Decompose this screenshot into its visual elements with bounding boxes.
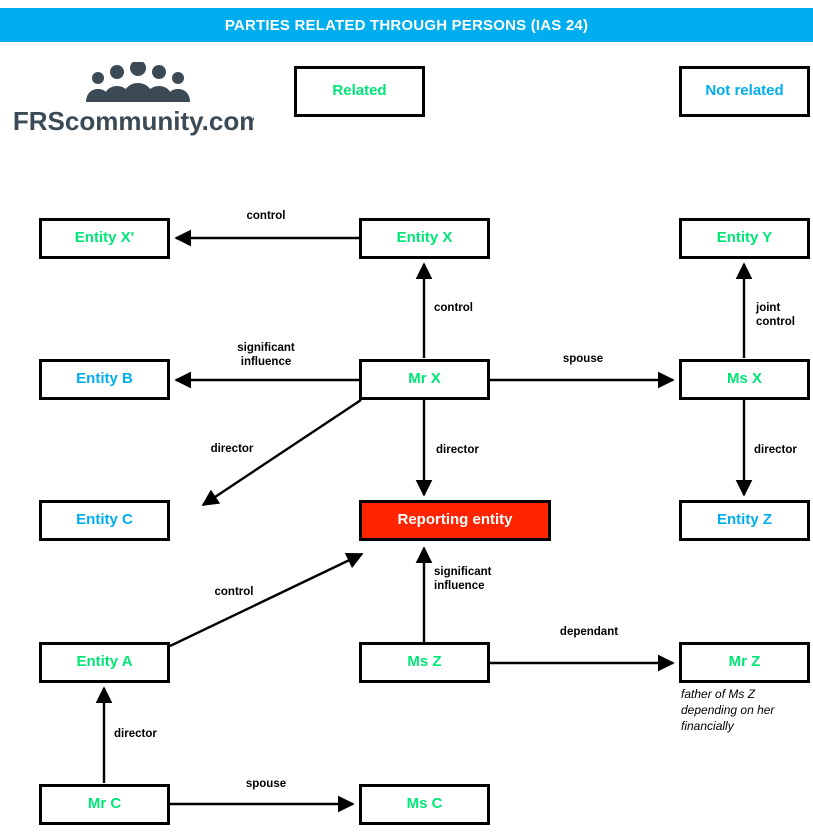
edge-label-mr-x-to-entity-x: control (434, 302, 473, 314)
node-mr-x: Mr X (359, 359, 490, 400)
node-entity-z: Entity Z (679, 500, 810, 541)
edge-label-mr-x-to-reporting-entity: director (436, 444, 479, 456)
group-of-people-icon: IFRScommunity.com (14, 62, 254, 136)
logo-wordmark: IFRScommunity.com (14, 106, 254, 136)
legend-related-label: Related (332, 82, 387, 100)
node-label: Ms C (406, 795, 443, 813)
edge-label-ms-x-to-entity-y: joint control (756, 302, 795, 329)
node-label: Ms X (726, 370, 762, 388)
edge-label-ms-z-to-mr-z: dependant (559, 626, 619, 638)
node-label: Mr X (408, 370, 441, 388)
node-reporting-entity: Reporting entity (359, 500, 551, 541)
edge-label-ms-x-to-entity-z: director (754, 444, 797, 456)
node-entity-x-prime: Entity X' (39, 218, 170, 259)
node-entity-c: Entity C (39, 500, 170, 541)
node-label: Entity X (396, 229, 453, 247)
node-label: Mr Z (728, 653, 761, 671)
node-label: Mr C (87, 795, 122, 813)
node-label: Entity Y (716, 229, 773, 247)
node-ms-z: Ms Z (359, 642, 490, 683)
node-label: Entity Z (717, 511, 772, 529)
node-entity-x: Entity X (359, 218, 490, 259)
edge-label-entity-x-to-entity-x-prime: control (246, 210, 286, 222)
node-label: Reporting entity (397, 511, 513, 529)
node-label: Entity C (76, 511, 133, 529)
edge-entity-a-to-reporting-entity (169, 552, 364, 648)
legend-not-related: Not related (679, 66, 810, 117)
node-ms-c: Ms C (359, 784, 490, 825)
edge-label-ms-z-to-reporting-entity: significant influence (434, 566, 492, 593)
legend-related: Related (294, 66, 425, 117)
legend-not-related-label: Not related (705, 82, 784, 100)
node-ms-x: Ms X (679, 359, 810, 400)
edge-label-mr-c-to-ms-c: spouse (245, 778, 287, 790)
page-title: PARTIES RELATED THROUGH PERSONS (IAS 24) (0, 8, 813, 42)
node-mr-c: Mr C (39, 784, 170, 825)
node-label: Entity B (76, 370, 133, 388)
node-entity-y: Entity Y (679, 218, 810, 259)
node-entity-b: Entity B (39, 359, 170, 400)
ifrscommunity-logo: IFRScommunity.com (14, 62, 254, 140)
node-label: Entity A (76, 653, 133, 671)
mr-z-note: father of Ms Z depending on her financia… (681, 687, 775, 734)
diagram-canvas: PARTIES RELATED THROUGH PERSONS (IAS 24)… (0, 0, 813, 834)
node-label: Entity X' (74, 229, 135, 247)
edge-label-mr-x-to-entity-b: significant influence (237, 342, 295, 369)
node-label: Ms Z (407, 653, 442, 671)
node-mr-z: Mr Z (679, 642, 810, 683)
node-entity-a: Entity A (39, 642, 170, 683)
edge-label-mr-x-to-ms-x: spouse (562, 353, 604, 365)
edge-label-mr-x-to-entity-c: director (210, 443, 254, 455)
edge-label-entity-a-to-reporting-entity: control (214, 586, 254, 598)
edge-label-mr-c-to-entity-a: director (114, 728, 157, 740)
